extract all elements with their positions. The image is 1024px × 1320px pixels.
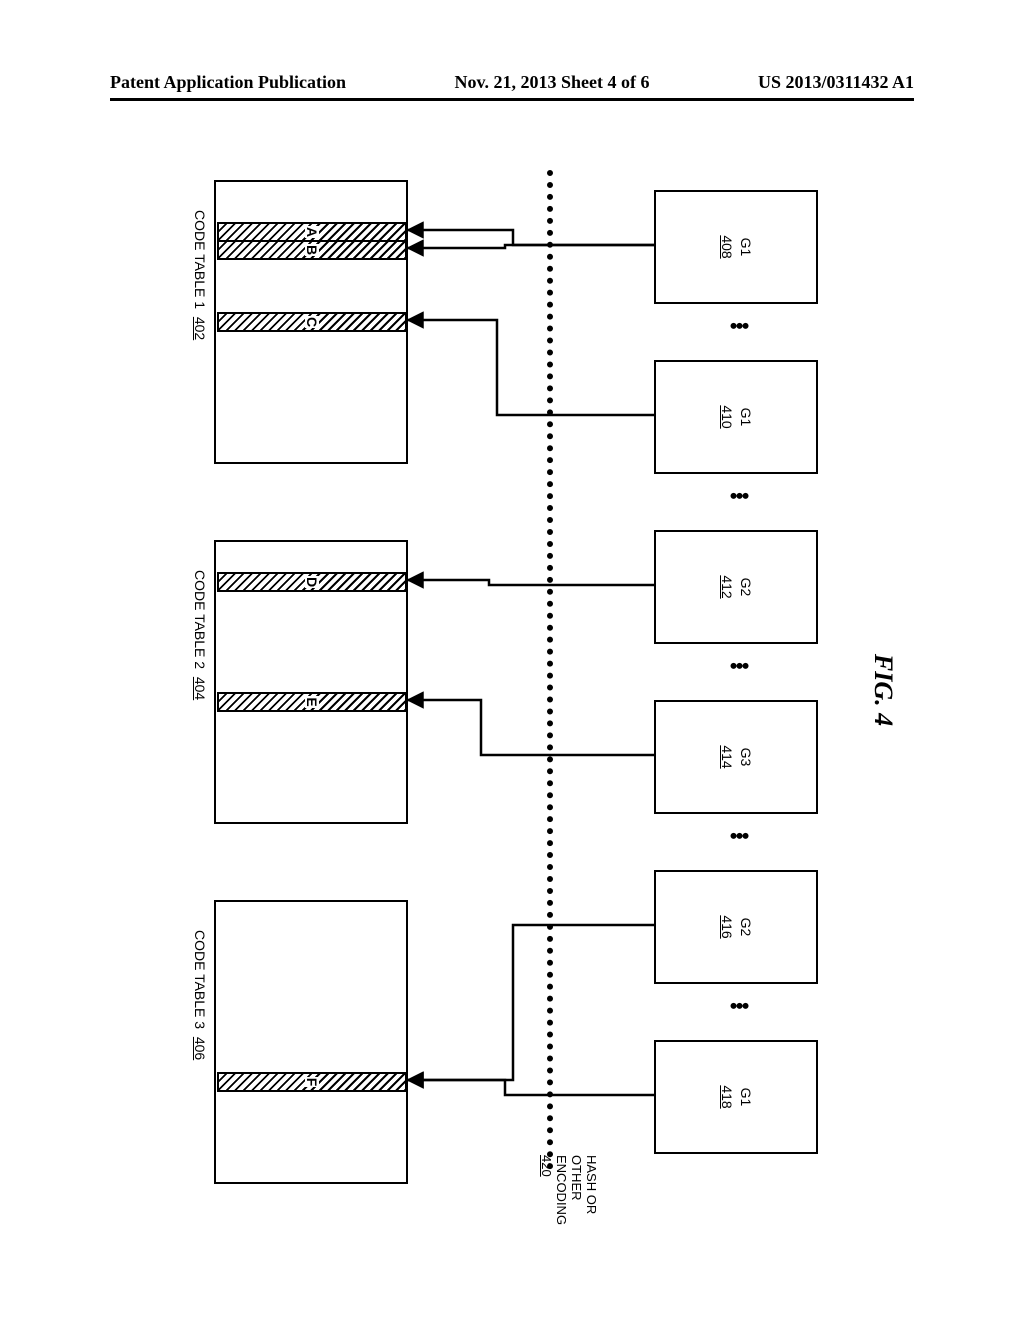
page: Patent Application Publication Nov. 21, … xyxy=(0,0,1024,1320)
figure-label: FIG. 4 xyxy=(868,654,898,726)
arrow xyxy=(408,230,658,245)
group-name: G2 xyxy=(736,918,755,937)
group-box-g1-408: G1 408 xyxy=(654,190,818,304)
ellipsis-icon: ••• xyxy=(730,1002,748,1010)
group-ref: 416 xyxy=(717,915,736,938)
code-table-2-caption: CODE TABLE 2 404 xyxy=(192,570,208,700)
arrow xyxy=(408,320,658,415)
entry-e: E xyxy=(217,692,407,712)
group-ref: 414 xyxy=(717,745,736,768)
group-ref: 408 xyxy=(717,235,736,258)
code-table-2: D E xyxy=(214,540,408,824)
header-center: Nov. 21, 2013 Sheet 4 of 6 xyxy=(455,72,650,93)
encoding-divider-label: HASH OR OTHER ENCODING 420 xyxy=(538,1155,598,1225)
group-name: G1 xyxy=(736,408,755,427)
code-table-3-caption: CODE TABLE 3 406 xyxy=(192,930,208,1060)
group-ref: 418 xyxy=(717,1085,736,1108)
arrow xyxy=(408,245,658,248)
code-table-3: F xyxy=(214,900,408,1184)
figure-4: FIG. 4 G1 408 G1 410 xyxy=(128,150,898,1230)
label-line: ENCODING xyxy=(553,1155,568,1225)
group-name: G2 xyxy=(736,578,755,597)
entry-f: F xyxy=(217,1072,407,1092)
group-name: G1 xyxy=(736,1088,755,1107)
group-box-g1-410: G1 410 xyxy=(654,360,818,474)
entry-a: A xyxy=(217,222,407,242)
header-left: Patent Application Publication xyxy=(110,72,346,93)
group-box-g1-418: G1 418 xyxy=(654,1040,818,1154)
ellipsis-icon: ••• xyxy=(730,492,748,500)
label-ref: 420 xyxy=(538,1155,553,1225)
group-box-g2-416: G2 416 xyxy=(654,870,818,984)
page-header: Patent Application Publication Nov. 21, … xyxy=(110,72,914,93)
arrow xyxy=(408,1080,658,1095)
entry-c: C xyxy=(217,312,407,332)
group-ref: 412 xyxy=(717,575,736,598)
group-name: G3 xyxy=(736,748,755,767)
group-box-g3-414: G3 414 xyxy=(654,700,818,814)
arrow xyxy=(408,925,658,1080)
header-right: US 2013/0311432 A1 xyxy=(758,72,914,93)
code-table-1: A B C xyxy=(214,180,408,464)
encoding-divider xyxy=(547,170,553,1170)
entry-b: B xyxy=(217,240,407,260)
group-box-g2-412: G2 412 xyxy=(654,530,818,644)
label-line: OTHER xyxy=(568,1155,583,1225)
ellipsis-icon: ••• xyxy=(730,322,748,330)
code-table-1-caption: CODE TABLE 1 402 xyxy=(192,210,208,340)
label-line: HASH OR xyxy=(583,1155,598,1225)
ellipsis-icon: ••• xyxy=(730,832,748,840)
figure-rotator: FIG. 4 G1 408 G1 410 xyxy=(128,150,898,1230)
header-rule xyxy=(110,98,914,101)
ellipsis-icon: ••• xyxy=(730,662,748,670)
arrow xyxy=(408,580,658,585)
arrow xyxy=(408,700,658,755)
group-name: G1 xyxy=(736,238,755,257)
entry-d: D xyxy=(217,572,407,592)
group-ref: 410 xyxy=(717,405,736,428)
